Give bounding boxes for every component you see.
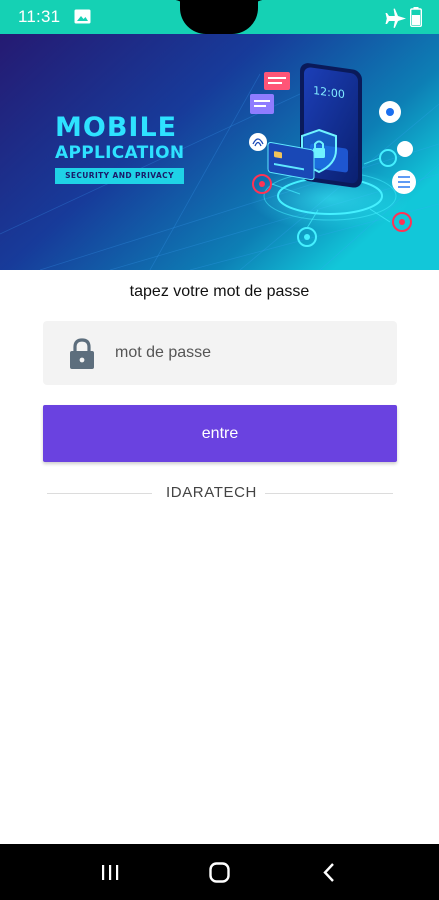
divider-line-left: [47, 493, 152, 494]
password-input[interactable]: [115, 321, 385, 385]
brand-label: IDARATECH: [166, 484, 257, 501]
gallery-icon: [74, 9, 91, 24]
password-field[interactable]: [43, 321, 397, 385]
status-bar: 11:31: [0, 0, 439, 34]
banner-title-line1: MOBILE: [55, 112, 178, 143]
brand-divider: IDARATECH: [43, 484, 397, 504]
status-time: 11:31: [18, 7, 61, 26]
header-banner: 12:00 MOBILE APPLICATION SECURITY AND PR…: [0, 34, 439, 270]
submit-button[interactable]: entre: [43, 405, 397, 462]
recents-icon[interactable]: [100, 864, 120, 881]
battery-icon: [410, 7, 422, 27]
back-icon[interactable]: [322, 862, 336, 883]
camera-notch: [180, 0, 258, 34]
banner-subtitle: SECURITY AND PRIVACY: [55, 168, 184, 184]
airplane-icon: [385, 8, 406, 28]
home-icon[interactable]: [209, 862, 230, 883]
banner-title-line2: APPLICATION: [55, 143, 185, 163]
lock-icon: [70, 338, 94, 369]
password-prompt: tapez votre mot de passe: [129, 283, 310, 300]
divider-line-right: [265, 493, 393, 494]
banner-title: MOBILE APPLICATION: [55, 114, 184, 162]
system-nav-bar: [0, 844, 439, 900]
